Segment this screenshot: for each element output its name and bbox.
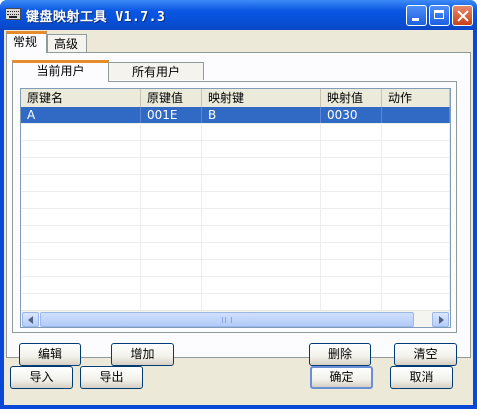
close-icon[interactable] — [452, 5, 473, 26]
empty-row — [21, 124, 450, 141]
add-button[interactable]: 增加 — [111, 343, 174, 366]
empty-row — [21, 294, 450, 311]
maximize-icon[interactable] — [429, 5, 450, 26]
table-row[interactable]: A 001E B 0030 — [21, 107, 450, 124]
empty-row — [21, 243, 450, 260]
title-bar[interactable]: 键盘映射工具 V1.7.3 — [0, 0, 477, 30]
column-header-source-key-value[interactable]: 原键值 — [141, 89, 202, 107]
window-client-area: 常规 高级 当前用户 所有用户 原键名 原键值 映射键 映射值 动作 A 001… — [4, 30, 473, 405]
cell-source-key-name: A — [21, 107, 141, 123]
tab-advanced[interactable]: 高级 — [47, 34, 87, 52]
minimize-icon[interactable] — [406, 5, 427, 26]
cell-mapped-value: 0030 — [321, 107, 382, 123]
cell-action — [382, 107, 450, 123]
horizontal-scrollbar[interactable] — [21, 310, 450, 327]
column-header-mapped-key[interactable]: 映射键 — [202, 89, 321, 107]
empty-row — [21, 226, 450, 243]
scrollbar-thumb[interactable] — [40, 312, 414, 327]
empty-row — [21, 158, 450, 175]
app-window: 键盘映射工具 V1.7.3 常规 高级 当前用户 所有用户 原键名 原键值 映射… — [0, 0, 477, 409]
import-button[interactable]: 导入 — [10, 366, 73, 389]
cell-mapped-key: B — [202, 107, 321, 123]
keyboard-icon[interactable] — [5, 8, 21, 20]
scroll-right-icon[interactable] — [432, 312, 449, 327]
tab-all-users[interactable]: 所有用户 — [108, 62, 204, 80]
empty-row — [21, 175, 450, 192]
clear-button[interactable]: 清空 — [394, 343, 457, 366]
list-header: 原键名 原键值 映射键 映射值 动作 — [21, 89, 450, 108]
key-mapping-list[interactable]: 原键名 原键值 映射键 映射值 动作 A 001E B 0030 — [20, 88, 451, 328]
ok-button[interactable]: 确定 — [310, 366, 373, 389]
tab-general[interactable]: 常规 — [6, 31, 47, 53]
cancel-button[interactable]: 取消 — [390, 366, 453, 389]
empty-row — [21, 192, 450, 209]
empty-row — [21, 260, 450, 277]
edit-button[interactable]: 编辑 — [19, 343, 81, 366]
tab-current-user[interactable]: 当前用户 — [12, 60, 109, 82]
current-user-panel: 原键名 原键值 映射键 映射值 动作 A 001E B 0030 — [12, 81, 457, 333]
scroll-left-icon[interactable] — [22, 312, 39, 327]
window-title: 键盘映射工具 V1.7.3 — [26, 10, 166, 25]
general-tab-panel: 当前用户 所有用户 原键名 原键值 映射键 映射值 动作 A 001E B 00… — [6, 52, 471, 366]
empty-row — [21, 277, 450, 294]
column-header-mapped-value[interactable]: 映射值 — [321, 89, 382, 107]
delete-button[interactable]: 删除 — [309, 343, 371, 366]
empty-row — [21, 209, 450, 226]
empty-row — [21, 141, 450, 158]
export-button[interactable]: 导出 — [80, 366, 143, 389]
column-header-action[interactable]: 动作 — [382, 89, 450, 107]
cell-source-key-value: 001E — [141, 107, 202, 123]
column-header-source-key-name[interactable]: 原键名 — [21, 89, 141, 107]
